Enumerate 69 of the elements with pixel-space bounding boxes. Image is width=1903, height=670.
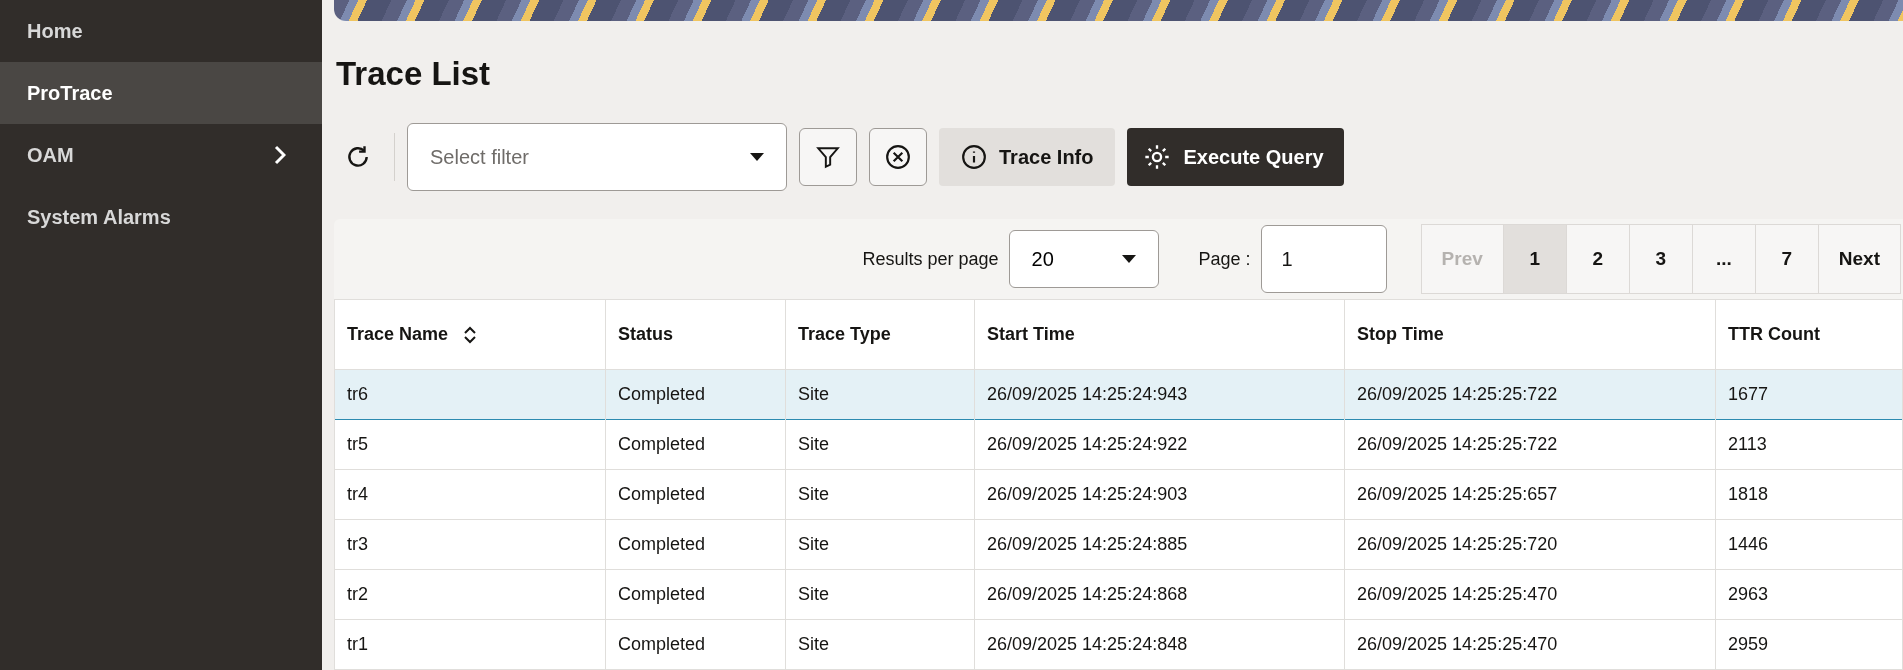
execute-query-button[interactable]: Execute Query xyxy=(1127,128,1344,186)
table-row[interactable]: tr6 Completed Site 26/09/2025 14:25:24:943 26/09/2025 14:25:25:722 1677 xyxy=(334,369,1903,420)
table-cell: tr2 xyxy=(334,569,606,620)
sidebar-item[interactable]: ProTrace xyxy=(0,62,322,124)
sort-icon[interactable] xyxy=(464,325,477,344)
table-cell: Site xyxy=(785,619,975,670)
table-cell: 26/09/2025 14:25:25:470 xyxy=(1344,619,1716,670)
table-cell: 26/09/2025 14:25:25:657 xyxy=(1344,469,1716,520)
filter-icon[interactable] xyxy=(799,128,857,186)
table-cell: Completed xyxy=(605,369,786,420)
table-row[interactable]: tr3 Completed Site 26/09/2025 14:25:24:885 26/09/2025 14:25:25:720 1446 xyxy=(334,519,1903,570)
table-cell: Completed xyxy=(605,519,786,570)
table-cell: 1818 xyxy=(1715,469,1903,520)
table-cell: Site xyxy=(785,519,975,570)
column-header[interactable]: Trace Name xyxy=(334,299,606,370)
column-label: Trace Name xyxy=(347,324,449,345)
table-cell: 26/09/2025 14:25:25:722 xyxy=(1344,369,1716,420)
trace-info-button[interactable]: Trace Info xyxy=(939,128,1116,186)
clear-icon[interactable] xyxy=(869,128,927,186)
column-header: Start Time xyxy=(974,299,1345,370)
table-cell: tr5 xyxy=(334,419,606,470)
pagination-button[interactable]: 1 xyxy=(1502,225,1566,293)
table-cell: Completed xyxy=(605,619,786,670)
table-cell: Site xyxy=(785,369,975,420)
table-row[interactable]: tr4 Completed Site 26/09/2025 14:25:24:903 26/09/2025 14:25:25:657 1818 xyxy=(334,469,1903,520)
table-cell: 26/09/2025 14:25:24:868 xyxy=(974,569,1345,620)
table-cell: tr4 xyxy=(334,469,606,520)
column-header: TTR Count xyxy=(1715,299,1903,370)
table-cell: 2963 xyxy=(1715,569,1903,620)
table-cell: 26/09/2025 14:25:25:722 xyxy=(1344,419,1716,470)
table-cell: 26/09/2025 14:25:24:848 xyxy=(974,619,1345,670)
table-cell: Site xyxy=(785,419,975,470)
results-per-page-select[interactable]: 20 xyxy=(1008,230,1159,288)
table-cell: Completed xyxy=(605,469,786,520)
column-header: Stop Time xyxy=(1344,299,1716,370)
results-per-page-label: Results per page xyxy=(862,248,999,270)
table-cell: 2959 xyxy=(1715,619,1903,670)
sidebar-item[interactable]: OAM xyxy=(0,124,322,186)
table-cell: tr3 xyxy=(334,519,606,570)
table-cell: 26/09/2025 14:25:25:720 xyxy=(1344,519,1716,570)
page-label: Page : xyxy=(1198,248,1251,270)
table-cell: 26/09/2025 14:25:24:943 xyxy=(974,369,1345,420)
table-cell: tr6 xyxy=(334,369,606,420)
table-cell: 1677 xyxy=(1715,369,1903,420)
table-cell: 26/09/2025 14:25:24:922 xyxy=(974,419,1345,470)
table-row[interactable]: tr2 Completed Site 26/09/2025 14:25:24:868 26/09/2025 14:25:25:470 2963 xyxy=(334,569,1903,620)
table-row[interactable]: tr5 Completed Site 26/09/2025 14:25:24:922 26/09/2025 14:25:25:722 2113 xyxy=(334,419,1903,470)
chevron-right-icon xyxy=(274,145,286,165)
page-input[interactable]: 1 xyxy=(1260,225,1387,293)
sidebar-item[interactable]: Home xyxy=(0,0,322,62)
column-header: Trace Type xyxy=(785,299,975,370)
table-cell: Site xyxy=(785,469,975,520)
column-header: Status xyxy=(605,299,786,370)
table-cell: tr1 xyxy=(334,619,606,670)
filter-select[interactable]: Select filter xyxy=(407,123,787,191)
info-icon xyxy=(961,144,987,170)
table-cell: Completed xyxy=(605,569,786,620)
table-cell: Site xyxy=(785,569,975,620)
table-row[interactable]: tr1 Completed Site 26/09/2025 14:25:24:848 26/09/2025 14:25:25:470 2959 xyxy=(334,619,1903,670)
table-cell: 2113 xyxy=(1715,419,1903,470)
page-title: Trace List xyxy=(336,55,492,93)
table-cell: 1446 xyxy=(1715,519,1903,570)
caret-icon xyxy=(750,153,764,161)
caret-icon xyxy=(1121,255,1136,263)
table-cell: 26/09/2025 14:25:25:470 xyxy=(1344,569,1716,620)
table-cell: Completed xyxy=(605,419,786,470)
table-cell: 26/09/2025 14:25:24:885 xyxy=(974,519,1345,570)
sidebar-item[interactable]: System Alarms xyxy=(0,186,322,248)
table-cell: 26/09/2025 14:25:24:903 xyxy=(974,469,1345,520)
